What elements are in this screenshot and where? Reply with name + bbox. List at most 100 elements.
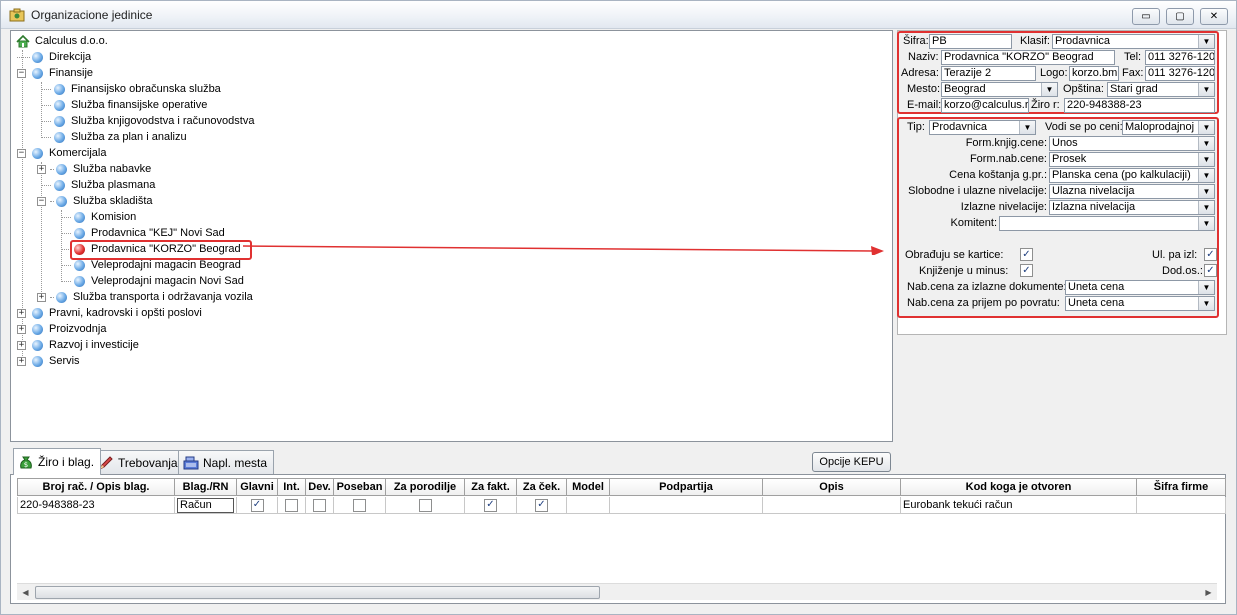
tip-combo[interactable]: Prodavnica ▼: [929, 120, 1036, 135]
tree-item[interactable]: Služba knjigovodstva i računovodstva: [41, 113, 254, 129]
email-field[interactable]: korzo@calculus.rs: [941, 98, 1029, 113]
close-button[interactable]: ✕: [1200, 8, 1228, 25]
table-row[interactable]: 220-948388-23 Račun Eurobank tekući raču…: [17, 497, 1226, 514]
column-header[interactable]: Opis: [763, 478, 901, 496]
tree-item-direkcija[interactable]: Direkcija: [17, 49, 91, 65]
expand-toggle[interactable]: +: [17, 356, 26, 366]
naziv-field[interactable]: Prodavnica "KORZO" Beograd: [941, 50, 1115, 65]
chevron-down-icon[interactable]: ▼: [1198, 137, 1214, 150]
chevron-down-icon[interactable]: ▼: [1019, 121, 1035, 134]
chevron-down-icon[interactable]: ▼: [1198, 35, 1214, 48]
chevron-down-icon[interactable]: ▼: [1198, 153, 1214, 166]
org-tree[interactable]: Calculus d.o.o. Direkcija − Finansije Fi…: [10, 30, 893, 442]
za-fakt-checkbox[interactable]: [484, 498, 497, 512]
chevron-down-icon[interactable]: ▼: [1198, 185, 1214, 198]
chevron-down-icon[interactable]: ▼: [1198, 121, 1214, 134]
dev-checkbox[interactable]: [313, 498, 326, 512]
int-checkbox[interactable]: [285, 498, 298, 512]
mesto-combo[interactable]: Beograd ▼: [941, 82, 1058, 97]
fax-field[interactable]: 011 3276-120: [1145, 66, 1215, 81]
podpartija-cell[interactable]: [610, 497, 763, 514]
column-header[interactable]: Broj rač. / Opis blag.: [17, 478, 175, 496]
opis-cell[interactable]: [763, 497, 901, 514]
tree-item[interactable]: + Razvoj i investicije: [17, 337, 139, 353]
horizontal-scrollbar[interactable]: ◀ ▶: [17, 583, 1217, 600]
tab-napl-mesta[interactable]: Napl. mesta: [178, 450, 275, 474]
nab-prijem-combo[interactable]: Uneta cena ▼: [1065, 296, 1215, 311]
collapse-toggle[interactable]: −: [17, 148, 26, 158]
chevron-down-icon[interactable]: ▼: [1198, 297, 1214, 310]
tree-item[interactable]: Služba finansijske operative: [41, 97, 207, 113]
expand-toggle[interactable]: +: [17, 340, 26, 350]
column-header[interactable]: Glavni: [237, 478, 278, 496]
tree-item[interactable]: + Servis: [17, 353, 80, 369]
blag-cell[interactable]: Račun: [175, 497, 237, 514]
scroll-left-icon[interactable]: ◀: [17, 584, 34, 601]
tree-item-komercijala[interactable]: − Komercijala: [17, 145, 106, 161]
tree-item[interactable]: Prodavnica "KEJ" Novi Sad: [61, 225, 225, 241]
column-header[interactable]: Int.: [278, 478, 306, 496]
tree-item[interactable]: + Pravni, kadrovski i opšti poslovi: [17, 305, 202, 321]
logo-field[interactable]: korzo.bmp: [1069, 66, 1119, 81]
tree-item[interactable]: + Služba nabavke: [37, 161, 151, 177]
collapse-toggle[interactable]: −: [17, 68, 26, 78]
klasif-combo[interactable]: Prodavnica ▼: [1052, 34, 1215, 49]
column-header[interactable]: Podpartija: [610, 478, 763, 496]
sifra-field[interactable]: PB: [929, 34, 1012, 49]
komitent-combo[interactable]: ▼: [999, 216, 1215, 231]
column-header[interactable]: Kod koga je otvoren: [901, 478, 1137, 496]
slobodne-combo[interactable]: Ulazna nivelacija ▼: [1049, 184, 1215, 199]
column-header[interactable]: Poseban: [334, 478, 386, 496]
tel-field[interactable]: 011 3276-120: [1145, 50, 1215, 65]
expand-toggle[interactable]: +: [17, 324, 26, 334]
vodi-combo[interactable]: Maloprodajnoj ▼: [1122, 120, 1215, 135]
model-cell[interactable]: [567, 497, 610, 514]
opcije-kepu-button[interactable]: Opcije KEPU: [812, 452, 891, 472]
minimize-button[interactable]: ▭: [1132, 8, 1160, 25]
za-cek-cell[interactable]: [517, 497, 567, 514]
scroll-right-icon[interactable]: ▶: [1200, 584, 1217, 601]
tree-item[interactable]: Komision: [61, 209, 136, 225]
form-knjig-combo[interactable]: Unos ▼: [1049, 136, 1215, 151]
collapse-toggle[interactable]: −: [37, 196, 46, 206]
column-header[interactable]: Za porodilje: [386, 478, 465, 496]
poseban-checkbox[interactable]: [353, 498, 366, 512]
tree-item[interactable]: Veleprodajni magacin Novi Sad: [61, 273, 244, 289]
chevron-down-icon[interactable]: ▼: [1198, 217, 1214, 230]
tree-root[interactable]: Calculus d.o.o.: [16, 33, 108, 49]
nab-izl-combo[interactable]: Uneta cena ▼: [1065, 280, 1215, 295]
expand-toggle[interactable]: +: [37, 292, 46, 302]
expand-toggle[interactable]: +: [37, 164, 46, 174]
porodilje-checkbox[interactable]: [418, 498, 432, 512]
int-cell[interactable]: [278, 497, 306, 514]
glavni-checkbox[interactable]: [250, 498, 264, 512]
adresa-field[interactable]: Terazije 2: [941, 66, 1036, 81]
porodilje-cell[interactable]: [386, 497, 465, 514]
obradjuju-checkbox[interactable]: [1020, 248, 1033, 261]
chevron-down-icon[interactable]: ▼: [1198, 281, 1214, 294]
glavni-cell[interactable]: [237, 497, 278, 514]
dev-cell[interactable]: [306, 497, 334, 514]
chevron-down-icon[interactable]: ▼: [1198, 83, 1214, 96]
column-header[interactable]: Za ček.: [517, 478, 567, 496]
tree-item-finansije[interactable]: − Finansije: [17, 65, 93, 81]
ziro-field[interactable]: 220-948388-23: [1064, 98, 1215, 113]
tree-item[interactable]: Služba plasmana: [41, 177, 155, 193]
column-header[interactable]: Blag./RN: [175, 478, 237, 496]
tree-item[interactable]: Finansijsko obračunska služba: [41, 81, 221, 97]
cena-kost-combo[interactable]: Planska cena (po kalkulaciji) ▼: [1049, 168, 1215, 183]
za-cek-checkbox[interactable]: [535, 498, 548, 512]
column-header[interactable]: Model: [567, 478, 610, 496]
chevron-down-icon[interactable]: ▼: [1198, 169, 1214, 182]
tab-trebovanja[interactable]: Trebovanja: [93, 450, 185, 474]
chevron-down-icon[interactable]: ▼: [1041, 83, 1057, 96]
tree-item[interactable]: + Služba transporta i održavanja vozila: [37, 289, 253, 305]
tree-item[interactable]: + Proizvodnja: [17, 321, 106, 337]
knjizenje-checkbox[interactable]: [1020, 264, 1033, 277]
broj-cell[interactable]: 220-948388-23: [17, 497, 175, 514]
poseban-cell[interactable]: [334, 497, 386, 514]
scroll-thumb[interactable]: [35, 586, 600, 599]
dod-os-checkbox[interactable]: [1204, 264, 1217, 277]
ul-pa-izl-checkbox[interactable]: [1204, 248, 1217, 261]
form-nab-combo[interactable]: Prosek ▼: [1049, 152, 1215, 167]
